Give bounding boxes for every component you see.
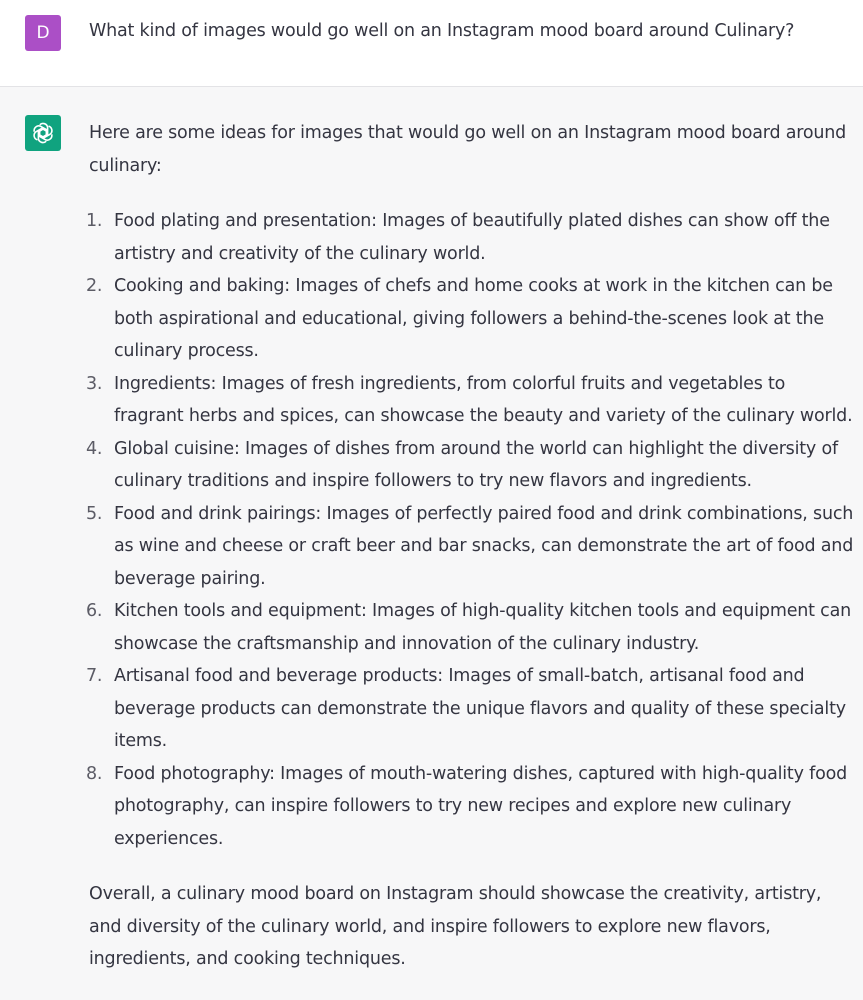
list-item-text: Food and drink pairings: Images of perfe…	[114, 503, 854, 589]
intro-paragraph: Here are some ideas for images that woul…	[89, 123, 847, 176]
list-item: 1. Food plating and presentation: Images …	[86, 205, 855, 270]
user-avatar-letter: D	[36, 23, 50, 43]
list-item-number: 5.	[86, 503, 103, 524]
openai-logo-icon	[33, 122, 53, 144]
list-item: 3. Ingredients: Images of fresh ingredien…	[86, 368, 855, 433]
list-item: 8. Food photography: Images of mouth-wate…	[86, 758, 855, 856]
list-item: 2. Cooking and baking: Images of chefs an…	[86, 270, 855, 368]
list-item: 4. Global cuisine: Images of dishes from …	[86, 433, 855, 498]
list-item-text: Kitchen tools and equipment: Images of h…	[114, 601, 852, 654]
list-item-number: 1.	[86, 211, 103, 231]
list-item-text: Food plating and presentation: Images of…	[114, 211, 830, 264]
list-item-text: Global cuisine: Images of dishes from ar…	[114, 438, 838, 492]
list-item: 7. Artisanal food and beverage products: …	[86, 660, 855, 758]
list-item-text: Ingredients: Images of fresh ingredients…	[114, 373, 853, 427]
list-item-number: 3.	[86, 373, 103, 394]
user-avatar: D	[25, 15, 61, 51]
list-item-text: Artisanal food and beverage products: Im…	[114, 666, 846, 751]
conclusion-paragraph: Overall, a culinary mood board on Instag…	[89, 884, 822, 969]
list-item-number: 7.	[86, 666, 103, 686]
list-item-text: Cooking and baking: Images of chefs and …	[114, 276, 833, 361]
list-item-number: 2.	[86, 276, 103, 296]
list-item: 5. Food and drink pairings: Images of per…	[86, 498, 855, 596]
ideas-list: 1. Food plating and presentation: Images …	[86, 205, 855, 856]
list-item-text: Food photography: Images of mouth-wateri…	[114, 763, 847, 849]
list-item-number: 8.	[86, 763, 103, 784]
assistant-avatar	[25, 115, 61, 151]
user-message-row: D What kind of images would go well on a…	[0, 0, 863, 87]
assistant-message-row: Here are some ideas for images that woul…	[0, 87, 863, 1000]
list-item: 6. Kitchen tools and equipment: Images of…	[86, 595, 855, 660]
user-message-text: What kind of images would go well on an …	[89, 21, 795, 41]
list-item-number: 6.	[86, 601, 103, 621]
list-item-number: 4.	[86, 438, 103, 459]
assistant-message-text: Here are some ideas for images that woul…	[86, 117, 855, 976]
